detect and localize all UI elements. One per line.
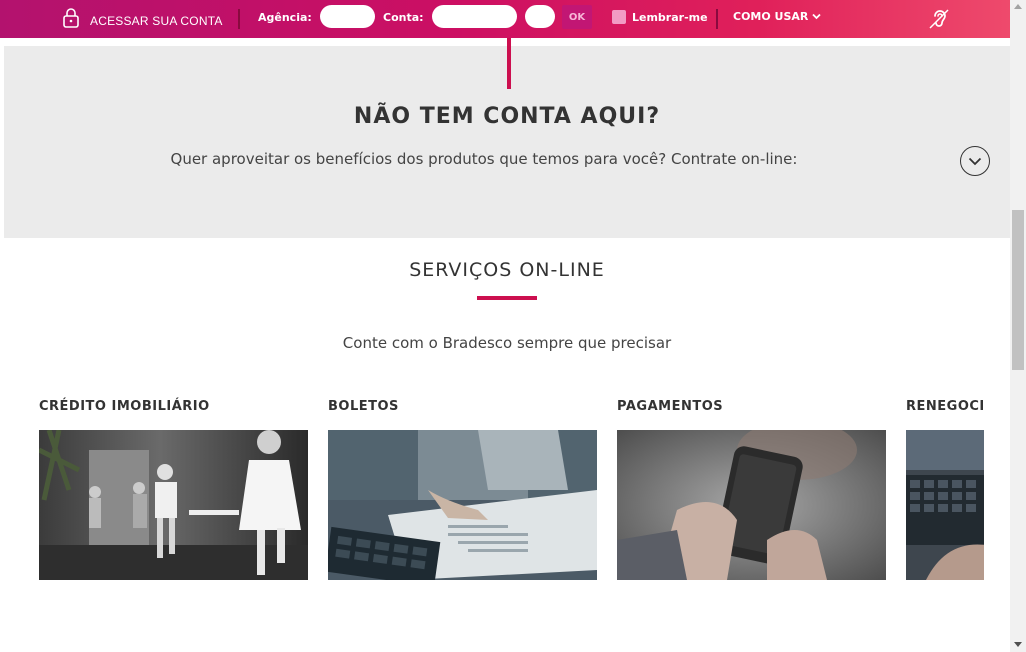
scroll-up-arrow-icon[interactable] xyxy=(1014,4,1022,9)
accent-line xyxy=(507,38,511,89)
services-subtitle: Conte com o Bradesco sempre que precisar xyxy=(342,334,672,352)
services-carousel: CRÉDITO IMOBILIÁRIO BOLETOS PAGAMENTOS R… xyxy=(0,396,984,596)
service-card-credito-imobiliario[interactable]: CRÉDITO IMOBILIÁRIO xyxy=(39,396,308,580)
divider xyxy=(716,9,718,29)
agency-label: Agência: xyxy=(258,11,312,24)
no-account-title: NÃO TEM CONTA AQUI? xyxy=(353,104,661,129)
card-title: RENEGOCIAÇÃO xyxy=(906,399,984,414)
service-card-renegociacao[interactable]: RENEGOCIAÇÃO xyxy=(906,396,984,580)
card-title: BOLETOS xyxy=(328,399,399,414)
calculator-paperwork-image xyxy=(328,430,597,580)
account-label: Conta: xyxy=(383,11,424,24)
lock-icon xyxy=(62,8,80,33)
service-card-boletos[interactable]: BOLETOS xyxy=(328,396,597,580)
access-account-label: ACESSAR SUA CONTA xyxy=(90,13,223,28)
services-title: SERVIÇOS ON-LINE xyxy=(409,259,605,281)
divider xyxy=(238,9,240,29)
agency-input[interactable] xyxy=(320,5,375,28)
phone-in-hands-image xyxy=(617,430,886,580)
scrollbar-thumb[interactable] xyxy=(1012,210,1024,370)
scroll-down-arrow-icon[interactable] xyxy=(1014,642,1022,647)
laptop-keyboard-image xyxy=(906,430,984,580)
checkbox-box[interactable] xyxy=(612,10,626,24)
account-input[interactable] xyxy=(432,5,517,28)
how-to-use-label: COMO USAR xyxy=(733,10,809,23)
card-title: PAGAMENTOS xyxy=(617,399,724,414)
ok-button[interactable]: OK xyxy=(562,5,592,29)
service-card-pagamentos[interactable]: PAGAMENTOS xyxy=(617,396,886,580)
chevron-down-icon xyxy=(812,10,822,23)
remember-me-checkbox[interactable]: Lembrar-me xyxy=(612,10,708,24)
how-to-use-menu[interactable]: COMO USAR xyxy=(733,10,822,23)
card-title: CRÉDITO IMOBILIÁRIO xyxy=(39,399,210,414)
title-underline xyxy=(477,296,537,300)
family-moving-image xyxy=(39,430,308,580)
access-account-link[interactable]: ACESSAR SUA CONTA xyxy=(62,8,223,33)
no-account-subtitle: Quer aproveitar os benefícios dos produt… xyxy=(170,150,798,168)
hearing-accessibility-icon[interactable] xyxy=(926,6,952,37)
remember-me-label: Lembrar-me xyxy=(632,10,708,24)
circle-chevron-down-icon[interactable] xyxy=(960,146,990,176)
account-digit-input[interactable] xyxy=(525,5,555,28)
top-login-bar: ACESSAR SUA CONTA Agência: Conta: OK Lem… xyxy=(0,0,1010,38)
